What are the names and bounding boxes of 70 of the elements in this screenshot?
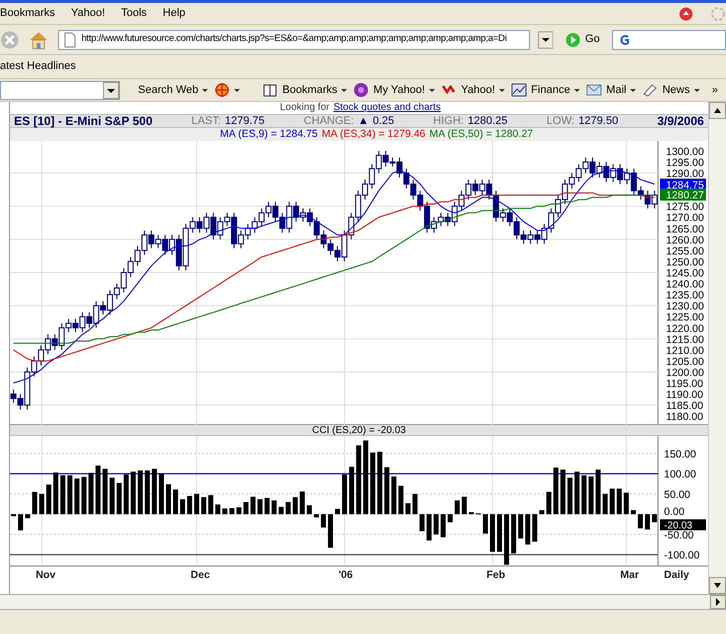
axis-label: 1210.00 xyxy=(666,344,704,357)
go-button[interactable]: Go xyxy=(561,31,604,48)
axis-label: 1290.00 xyxy=(666,168,704,180)
legend-label: MA (ES,9) = 1284.75 xyxy=(220,126,318,142)
menu-item[interactable]: Tools xyxy=(121,5,147,22)
menu-item[interactable]: Help xyxy=(162,5,186,22)
field-value: 1279.75 xyxy=(224,114,265,129)
axis-label: 1255.00 xyxy=(666,245,704,258)
period-label: Daily xyxy=(664,569,690,581)
axis-label: 1185.00 xyxy=(666,400,704,412)
toolbar-button[interactable]: News xyxy=(642,82,700,98)
axis-label: 1250.00 xyxy=(666,256,704,268)
axis-label: 1190.00 xyxy=(666,389,704,402)
field-label: LOW: xyxy=(546,114,574,129)
chart-date: 3/9/2006 xyxy=(657,113,704,130)
axis-label: 1220.00 xyxy=(666,322,704,335)
axis-label: 1200.00 xyxy=(666,366,704,379)
field-label: CHANGE: xyxy=(304,114,354,129)
axis-label: 1300.00 xyxy=(666,146,704,158)
axis-label: Mar xyxy=(620,569,639,581)
menu-item[interactable]: Yahoo! xyxy=(71,5,106,22)
axis-label: 1205.00 xyxy=(666,356,704,368)
field-value: 1280.25 xyxy=(468,114,508,129)
toolbar-button[interactable]: My Yahoo! xyxy=(353,82,435,98)
axis-label: '06 xyxy=(338,569,353,581)
axis-label: 1235.00 xyxy=(666,290,704,302)
axis-label: 150.00 xyxy=(664,448,696,460)
toolbar-button[interactable]: Bookmarks xyxy=(262,82,348,98)
field-value: 0.25 xyxy=(372,114,394,129)
axis-label: 1230.00 xyxy=(666,300,704,313)
indicator-title: CCI (ES,20) = -20.03 xyxy=(10,425,708,436)
address-field[interactable]: http://www.futuresource.com/charts/charts.jsp?s=ES&o=&amp;amp;amp;amp;amp;amp;amp;amp;amp;a=Di xyxy=(58,30,530,50)
axis-label: 1265.00 xyxy=(666,223,704,236)
field-label: HIGH: xyxy=(433,114,464,129)
toolbar-button[interactable]: Mail xyxy=(586,82,636,98)
more-button[interactable]: » xyxy=(712,82,726,98)
legend-label: MA (ES,50) = 1280.27 xyxy=(429,126,533,142)
stock-quotes-link[interactable]: Stock quotes and charts xyxy=(333,102,441,114)
axis-label: 50.00 xyxy=(664,488,690,501)
axis-label: Nov xyxy=(36,569,56,581)
field-label: LAST: xyxy=(192,114,221,129)
toolbar-button[interactable]: Yahoo! xyxy=(440,82,506,98)
axis-label: 1215.00 xyxy=(666,334,704,346)
axis-label: -100.00 xyxy=(664,550,700,562)
axis-label: Feb xyxy=(486,569,506,581)
search-web-button[interactable]: Search Web xyxy=(138,82,208,98)
axis-label: 1225.00 xyxy=(666,312,704,324)
promo-text: Looking for xyxy=(280,102,330,114)
axis-label: 1270.00 xyxy=(666,212,704,224)
axis-label: 1275.00 xyxy=(666,201,704,214)
field-value: 1279.50 xyxy=(578,114,618,129)
axis-label: 1180.00 xyxy=(666,411,704,424)
axis-label: -50.00 xyxy=(664,529,694,542)
axis-label: 100.00 xyxy=(664,468,696,481)
price-marker: 1280.27 xyxy=(660,188,706,202)
chart-title: ES [10] - E-Mini S&P 500 xyxy=(14,113,152,130)
axis-label: 0.00 xyxy=(664,506,684,518)
axis-label: Dec xyxy=(190,569,210,581)
value-marker: -20.03 xyxy=(660,519,706,532)
axis-label: 1195.00 xyxy=(666,378,704,390)
axis-label: 1295.00 xyxy=(666,157,704,169)
link-item[interactable]: atest Headlines xyxy=(0,58,76,75)
axis-label: 1240.00 xyxy=(666,278,704,291)
menu-item[interactable]: Bookmarks xyxy=(0,5,56,22)
up-arrow-icon: ▲ xyxy=(358,112,369,130)
toolbar-button[interactable]: Finance xyxy=(511,82,580,98)
url-text: http://www.futuresource.com/charts/charts.jsp?s=ES&o=&amp;amp;amp;amp;amp;amp;amp;amp;amp;a=Di xyxy=(81,32,507,46)
legend-label: MA (ES,34) = 1279.46 xyxy=(322,126,426,142)
axis-label: 1260.00 xyxy=(666,234,704,246)
axis-label: 1245.00 xyxy=(666,268,704,280)
